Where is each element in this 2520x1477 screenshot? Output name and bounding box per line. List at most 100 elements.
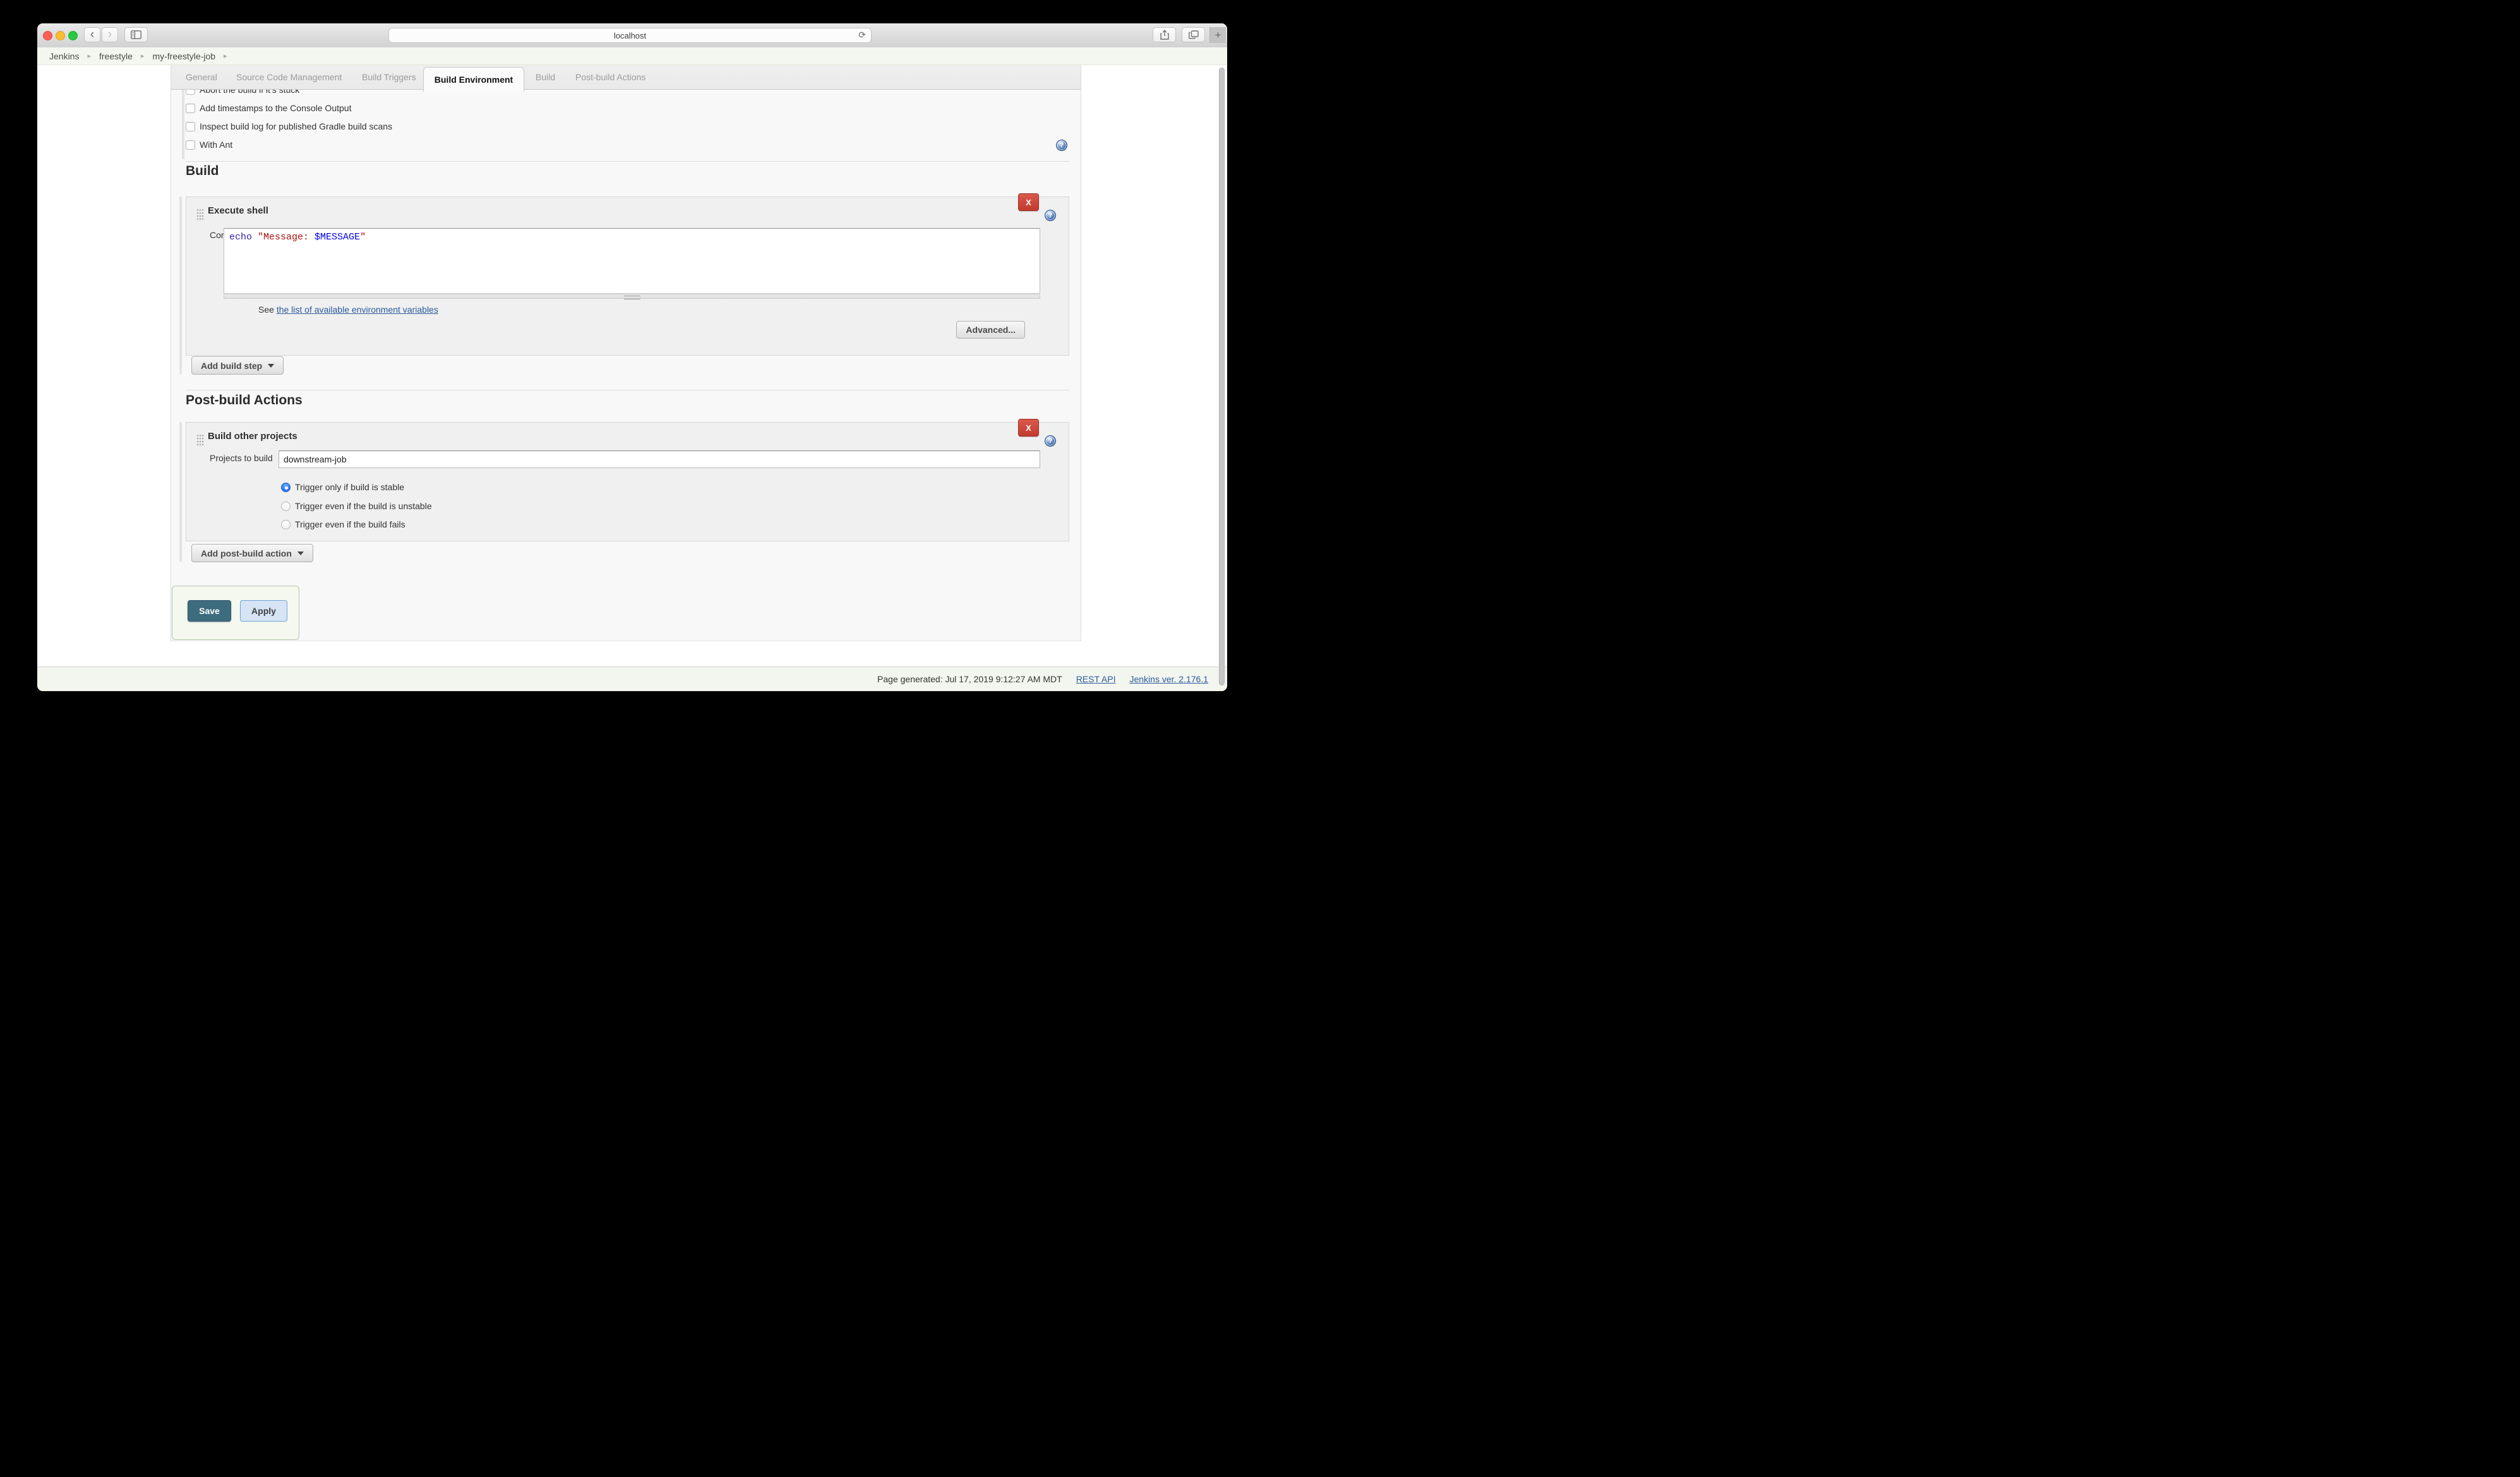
- trigger-unstable-radio[interactable]: [281, 502, 291, 511]
- resize-grip-icon: [624, 296, 640, 299]
- button-label: Add build step: [201, 361, 262, 371]
- code-token: echo: [229, 232, 252, 243]
- with-ant-checkbox[interactable]: [186, 140, 195, 150]
- minimize-window-button[interactable]: [56, 31, 65, 40]
- command-textarea[interactable]: echo "Message: $MESSAGE": [224, 228, 1040, 294]
- save-button[interactable]: Save: [188, 600, 231, 622]
- breadcrumb-sep-icon: ▸: [87, 52, 91, 60]
- tab-build[interactable]: Build: [536, 65, 555, 89]
- textarea-resize-bar[interactable]: [224, 294, 1040, 299]
- projects-to-build-label: Projects to build: [210, 453, 273, 463]
- screenshot-stage: ‹ › localhost ⟳: [0, 0, 1260, 738]
- gradle-scan-checkbox[interactable]: [186, 122, 195, 131]
- trigger-stable-radio[interactable]: [281, 483, 291, 492]
- browser-window: ‹ › localhost ⟳: [37, 23, 1227, 691]
- sidebar-icon: [131, 30, 141, 39]
- delete-post-build-action-button[interactable]: X: [1018, 419, 1039, 437]
- env-vars-link[interactable]: the list of available environment variab…: [277, 304, 438, 315]
- question-glyph: ?: [1060, 142, 1064, 149]
- x-label: X: [1026, 423, 1031, 433]
- code-token: $MESSAGE: [315, 232, 360, 243]
- post-build-action-title: Build other projects: [208, 431, 297, 442]
- env-vars-hint: See the list of available environment va…: [258, 304, 438, 315]
- breadcrumb: Jenkins ▸ freestyle ▸ my-freestyle-job ▸: [37, 47, 1227, 65]
- timestamps-checkbox[interactable]: [186, 104, 195, 113]
- build-step-title: Execute shell: [208, 205, 268, 216]
- apply-button[interactable]: Apply: [240, 600, 287, 622]
- button-label: Advanced...: [966, 325, 1016, 335]
- advanced-button[interactable]: Advanced...: [956, 321, 1025, 339]
- post-build-section-heading: Post-build Actions: [186, 393, 303, 408]
- share-icon: [1160, 30, 1169, 40]
- checkbox-label: Inspect build log for published Gradle b…: [200, 121, 392, 131]
- drag-handle-icon[interactable]: [196, 434, 204, 446]
- help-icon[interactable]: ?: [1045, 210, 1056, 221]
- build-section-heading: Build: [186, 164, 219, 179]
- address-bar[interactable]: localhost ⟳: [388, 28, 872, 43]
- jenkins-footer: Page generated: Jul 17, 2019 9:12:27 AM …: [37, 666, 1227, 691]
- tab-build-environment[interactable]: Build Environment: [423, 67, 524, 92]
- browser-toolbar: ‹ › localhost ⟳: [37, 23, 1227, 48]
- config-tab-bar: General Source Code Management Build Tri…: [171, 65, 1081, 90]
- help-icon[interactable]: ?: [1056, 140, 1067, 151]
- tab-post-build-actions[interactable]: Post-build Actions: [575, 65, 645, 89]
- new-tab-button[interactable]: +: [1209, 27, 1226, 43]
- tab-general[interactable]: General: [186, 65, 217, 89]
- breadcrumb-folder[interactable]: freestyle: [99, 51, 133, 61]
- back-button[interactable]: ‹: [84, 27, 100, 42]
- projects-to-build-input[interactable]: [279, 450, 1040, 468]
- add-build-step-button[interactable]: Add build step: [191, 356, 284, 375]
- question-glyph: ?: [1048, 437, 1053, 445]
- tab-overview-button[interactable]: [1182, 27, 1205, 42]
- trigger-fails-radio[interactable]: [281, 520, 291, 529]
- checkbox-label: Add timestamps to the Console Output: [200, 103, 351, 113]
- tab-label: Build Environment: [435, 75, 513, 85]
- section-indicator-bar: [179, 422, 182, 562]
- checkbox-row: Inspect build log for published Gradle b…: [186, 120, 392, 133]
- section-indicator-bar: [182, 83, 184, 159]
- breadcrumb-jenkins[interactable]: Jenkins: [49, 51, 79, 61]
- forward-icon: ›: [108, 28, 112, 40]
- tab-build-triggers[interactable]: Build Triggers: [362, 65, 416, 89]
- help-icon[interactable]: ?: [1045, 435, 1056, 447]
- breadcrumb-sep-icon: ▸: [141, 52, 145, 60]
- question-glyph: ?: [1048, 212, 1053, 219]
- checkbox-row: Add timestamps to the Console Output: [186, 102, 351, 114]
- page-generated-text: Page generated: Jul 17, 2019 9:12:27 AM …: [877, 674, 1062, 684]
- scrollbar-thumb[interactable]: [1219, 68, 1225, 685]
- reload-icon[interactable]: ⟳: [858, 30, 866, 40]
- section-indicator-bar: [179, 196, 182, 374]
- section-divider: [186, 161, 1069, 162]
- x-label: X: [1026, 198, 1031, 207]
- chevron-down-icon: [268, 364, 274, 368]
- save-panel: Save Apply: [172, 586, 299, 640]
- sidebar-toggle-button[interactable]: [124, 27, 148, 42]
- jenkins-version-link[interactable]: Jenkins ver. 2.176.1: [1129, 674, 1208, 684]
- share-button[interactable]: [1153, 27, 1176, 42]
- radio-label: Trigger only if build is stable: [295, 482, 404, 492]
- delete-build-step-button[interactable]: X: [1018, 193, 1039, 211]
- radio-label: Trigger even if the build is unstable: [295, 501, 432, 511]
- forward-button[interactable]: ›: [102, 27, 118, 42]
- code-token: [252, 232, 258, 243]
- tab-source-code-management[interactable]: Source Code Management: [236, 65, 342, 89]
- zoom-window-button[interactable]: [68, 31, 78, 40]
- tabs-icon: [1189, 30, 1199, 39]
- close-window-button[interactable]: [43, 31, 52, 40]
- button-label: Save: [199, 606, 220, 616]
- hint-prefix: See: [258, 304, 274, 315]
- config-content: Abort the build if it's stuck Add timest…: [171, 65, 1081, 641]
- drag-handle-icon[interactable]: [196, 208, 204, 220]
- button-label: Add post-build action: [201, 548, 292, 558]
- url-text: localhost: [614, 31, 646, 40]
- rest-api-link[interactable]: REST API: [1076, 674, 1116, 684]
- breadcrumb-job[interactable]: my-freestyle-job: [152, 51, 215, 61]
- chevron-down-icon: [297, 552, 304, 555]
- button-label: Apply: [251, 606, 276, 616]
- add-post-build-action-button[interactable]: Add post-build action: [191, 544, 313, 562]
- code-token: "Message:: [258, 232, 315, 243]
- radio-label: Trigger even if the build fails: [295, 519, 405, 529]
- code-token: ": [360, 232, 366, 243]
- back-icon: ‹: [90, 28, 94, 40]
- checkbox-label: With Ant: [200, 140, 232, 150]
